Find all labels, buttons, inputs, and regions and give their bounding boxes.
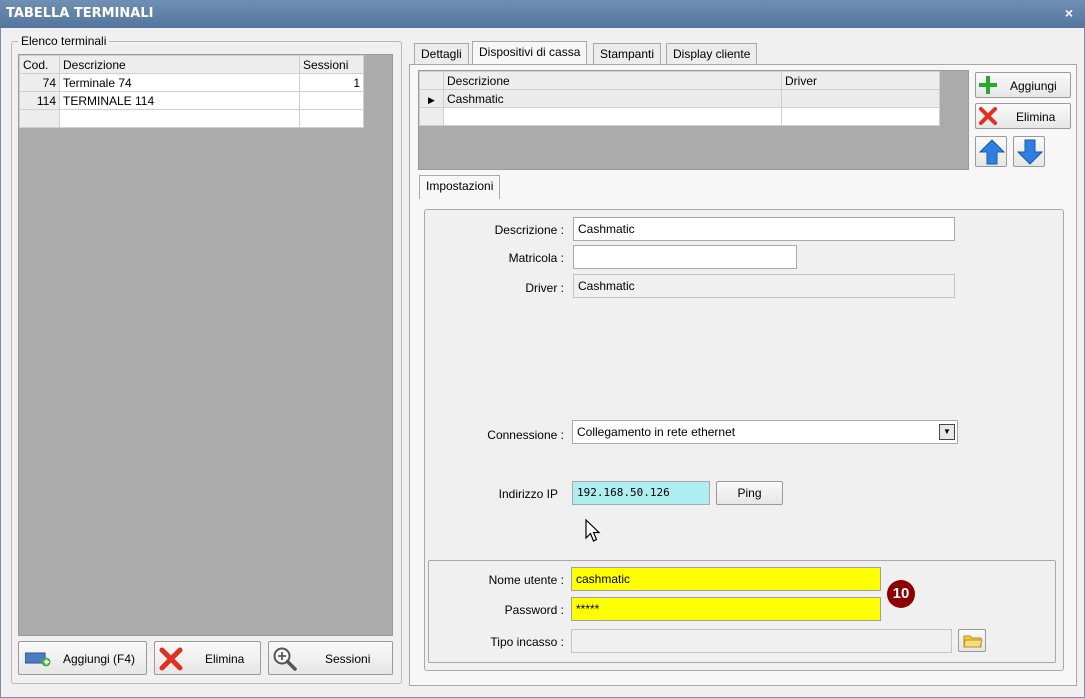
cell-device-driver bbox=[781, 89, 940, 108]
col-descrizione[interactable]: Descrizione bbox=[59, 55, 300, 74]
tab-impostazioni[interactable]: Impostazioni bbox=[419, 175, 501, 199]
table-row-new[interactable] bbox=[19, 109, 364, 128]
cell-sess: 1 bbox=[299, 73, 364, 92]
delete-device-label: Elimina bbox=[1016, 110, 1056, 124]
browse-button[interactable] bbox=[958, 629, 986, 652]
sessions-button[interactable]: Sessioni bbox=[268, 641, 393, 675]
add-device-button[interactable]: Aggiungi bbox=[975, 72, 1071, 98]
password-label: Password : bbox=[504, 603, 564, 617]
add-monitor-icon bbox=[25, 652, 51, 667]
table-row-new[interactable] bbox=[419, 107, 940, 126]
user-field[interactable]: cashmatic bbox=[571, 567, 881, 591]
connessione-value: Collegamento in rete ethernet bbox=[577, 425, 736, 439]
step-badge: 10 bbox=[887, 580, 915, 608]
matricola-field[interactable] bbox=[573, 245, 797, 269]
zoom-in-icon bbox=[273, 647, 297, 671]
move-down-button[interactable] bbox=[1013, 136, 1045, 167]
cell-descr: Terminale 74 bbox=[59, 73, 300, 92]
connessione-select[interactable]: Collegamento in rete ethernet ▼ bbox=[572, 420, 958, 444]
delete-terminal-button[interactable]: Elimina bbox=[154, 641, 261, 675]
descrizione-field[interactable]: Cashmatic bbox=[573, 217, 955, 241]
cell-descr: TERMINALE 114 bbox=[59, 91, 300, 110]
table-row[interactable]: ▶ Cashmatic bbox=[419, 89, 940, 108]
ping-button[interactable]: Ping bbox=[716, 481, 783, 505]
col-device-driver[interactable]: Driver bbox=[781, 71, 940, 90]
user-label: Nome utente : bbox=[488, 573, 564, 587]
table-row[interactable]: 74 Terminale 74 1 bbox=[19, 73, 364, 92]
cell-cod: 74 bbox=[19, 73, 60, 92]
tab-stampanti[interactable]: Stampanti bbox=[593, 43, 662, 65]
driver-label: Driver : bbox=[525, 281, 564, 295]
ip-label: Indirizzo IP bbox=[498, 487, 558, 501]
connessione-label: Connessione : bbox=[487, 428, 564, 442]
close-icon[interactable]: × bbox=[1061, 0, 1077, 28]
tab-display-cliente[interactable]: Display cliente bbox=[666, 43, 758, 65]
window-title: TABELLA TERMINALI bbox=[0, 0, 1085, 28]
move-up-button[interactable] bbox=[975, 136, 1007, 167]
terminals-group-label: Elenco terminali bbox=[21, 34, 107, 48]
add-terminal-label: Aggiungi (F4) bbox=[63, 652, 136, 666]
chevron-down-icon[interactable]: ▼ bbox=[939, 424, 955, 440]
sessions-label: Sessioni bbox=[325, 652, 371, 666]
terminals-grid[interactable]: Cod. Descrizione Sessioni 74 Terminale 7… bbox=[18, 54, 393, 636]
driver-field: Cashmatic bbox=[573, 274, 955, 298]
descrizione-label: Descrizione : bbox=[494, 223, 564, 237]
col-sessioni[interactable]: Sessioni bbox=[299, 55, 364, 74]
tipo-incasso-field bbox=[571, 629, 952, 653]
delete-device-button[interactable]: Elimina bbox=[975, 103, 1071, 129]
mouse-cursor-icon bbox=[585, 519, 601, 542]
add-device-label: Aggiungi bbox=[1010, 79, 1057, 93]
folder-icon bbox=[963, 635, 983, 648]
col-device-descrizione[interactable]: Descrizione bbox=[443, 71, 782, 90]
tipo-incasso-label: Tipo incasso : bbox=[490, 635, 564, 649]
tab-dispositivi[interactable]: Dispositivi di cassa bbox=[472, 41, 588, 65]
cell-sess bbox=[299, 91, 364, 110]
devices-grid[interactable]: Descrizione Driver ▶ Cashmatic bbox=[418, 70, 969, 170]
cell-cod: 114 bbox=[19, 91, 60, 110]
delete-terminal-label: Elimina bbox=[205, 652, 245, 666]
table-row[interactable]: 114 TERMINALE 114 bbox=[19, 91, 364, 110]
col-cod[interactable]: Cod. bbox=[19, 55, 60, 74]
arrow-up-icon bbox=[979, 139, 1005, 165]
add-terminal-button[interactable]: Aggiungi (F4) bbox=[18, 641, 147, 675]
arrow-down-icon bbox=[1017, 139, 1043, 165]
plus-icon bbox=[979, 76, 997, 94]
cell-device-descr: Cashmatic bbox=[443, 89, 782, 108]
delete-x-icon bbox=[159, 647, 183, 671]
ip-field[interactable]: 192.168.50.126 bbox=[572, 481, 710, 505]
matricola-label: Matricola : bbox=[508, 251, 564, 265]
password-field[interactable]: ***** bbox=[571, 597, 881, 621]
tab-dettagli[interactable]: Dettagli bbox=[414, 43, 469, 65]
delete-x-icon bbox=[979, 107, 997, 125]
row-pointer-icon: ▶ bbox=[428, 94, 435, 105]
